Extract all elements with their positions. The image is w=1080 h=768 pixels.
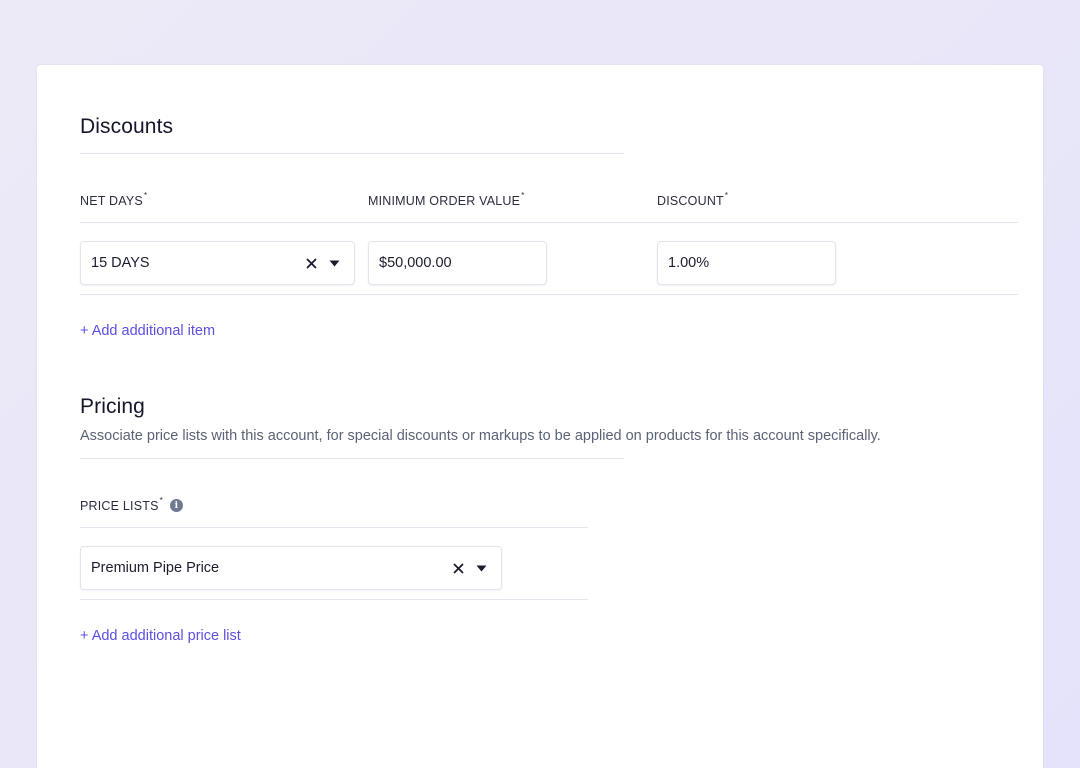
discount-input[interactable]: 1.00% (657, 241, 836, 285)
account-settings-card: Discounts NET DAYS* MINIMUM ORDER VALUE*… (37, 65, 1043, 768)
close-icon[interactable] (451, 561, 465, 575)
price-lists-label: PRICE LISTS* i (80, 496, 183, 514)
price-lists-header-divider (80, 527, 588, 528)
net-days-value: 15 DAYS (91, 255, 150, 271)
caret-down-icon[interactable] (475, 562, 487, 574)
minimum-order-value-label: MINIMUM ORDER VALUE* (368, 191, 525, 209)
price-lists-row-divider (80, 599, 588, 600)
discount-label-text: DISCOUNT (657, 194, 724, 209)
discount-label: DISCOUNT* (657, 191, 729, 209)
discount-value-text: 1.00% (668, 255, 710, 271)
caret-down-icon[interactable] (328, 257, 340, 269)
price-list-value: Premium Pipe Price (91, 560, 220, 576)
close-icon[interactable] (304, 256, 318, 270)
discounts-title-divider (80, 153, 624, 154)
required-mark: * (521, 191, 525, 200)
price-lists-label-text: PRICE LISTS (80, 499, 159, 514)
add-additional-price-list-link[interactable]: + Add additional price list (80, 628, 241, 644)
discounts-row-divider (80, 294, 1018, 295)
pricing-description: Associate price lists with this account,… (80, 428, 881, 444)
net-days-select[interactable]: 15 DAYS (80, 241, 355, 285)
discounts-title: Discounts (80, 115, 174, 138)
discounts-header-divider (80, 222, 1018, 223)
minimum-order-value-text: $50,000.00 (379, 255, 452, 271)
required-mark: * (143, 191, 148, 200)
pricing-title-divider (80, 458, 624, 459)
pricing-title: Pricing (80, 395, 145, 418)
price-list-select[interactable]: Premium Pipe Price (80, 546, 502, 590)
minimum-order-value-label-text: MINIMUM ORDER VALUE (368, 194, 521, 209)
minimum-order-value-input[interactable]: $50,000.00 (368, 241, 547, 285)
add-additional-item-link[interactable]: + Add additional item (80, 323, 215, 339)
net-days-label: NET DAYS* (80, 191, 148, 209)
required-mark: * (159, 496, 163, 505)
required-mark: * (724, 191, 729, 200)
net-days-label-text: NET DAYS (80, 194, 143, 209)
info-icon[interactable]: i (169, 499, 183, 513)
